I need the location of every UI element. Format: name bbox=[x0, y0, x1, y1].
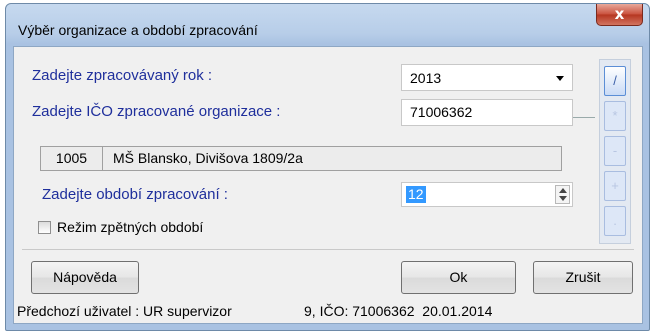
year-value: 2013 bbox=[410, 70, 442, 86]
organization-status: 9, IČO: 71006362 20.01.2014 bbox=[304, 303, 493, 319]
help-button[interactable]: Nápověda bbox=[31, 261, 139, 294]
side-button-dot[interactable]: . bbox=[604, 206, 626, 236]
period-value: 12 bbox=[406, 186, 426, 203]
period-label: Zadejte období zpracování : bbox=[42, 186, 228, 203]
previous-user-status: Předchozí uživatel : UR supervizor bbox=[17, 303, 232, 319]
side-button-divide[interactable]: / bbox=[604, 66, 626, 96]
dialog-body: Zadejte zpracovávaný rok : 2013 Zadejte … bbox=[13, 46, 643, 324]
cancel-button[interactable]: Zrušit bbox=[533, 261, 633, 294]
title-bar[interactable]: Výběr organizace a období zpracování x bbox=[6, 4, 649, 44]
spinner-buttons[interactable] bbox=[555, 185, 570, 204]
separator bbox=[22, 249, 634, 250]
side-button-plus[interactable]: + bbox=[604, 171, 626, 201]
chevron-down-icon[interactable] bbox=[556, 76, 564, 81]
ico-input[interactable]: 71006362 bbox=[401, 99, 573, 126]
ok-button[interactable]: Ok bbox=[401, 261, 516, 294]
arrow-up-icon[interactable] bbox=[559, 188, 567, 193]
year-select[interactable]: 2013 bbox=[401, 64, 573, 91]
ico-value: 71006362 bbox=[410, 104, 473, 120]
arrow-down-icon[interactable] bbox=[559, 196, 567, 201]
side-button-multiply[interactable]: * bbox=[604, 101, 626, 131]
side-button-minus[interactable]: - bbox=[604, 136, 626, 166]
year-label: Zadejte zpracovávaný rok : bbox=[32, 67, 213, 84]
side-button-panel: / * - + . bbox=[599, 59, 631, 244]
retro-periods-checkbox[interactable] bbox=[38, 221, 51, 234]
close-button[interactable]: x bbox=[596, 4, 643, 26]
period-spinner[interactable]: 12 bbox=[401, 182, 573, 207]
organization-name: MŠ Blansko, Divišova 1809/2a bbox=[103, 146, 562, 171]
connector-line bbox=[573, 117, 595, 118]
retro-periods-label[interactable]: Režim zpětných období bbox=[57, 219, 203, 235]
window-title: Výběr organizace a období zpracování bbox=[18, 22, 258, 38]
dialog-window: Výběr organizace a období zpracování x Z… bbox=[5, 3, 650, 331]
close-icon: x bbox=[614, 5, 625, 23]
ico-label: Zadejte IČO zpracované organizace : bbox=[32, 103, 281, 120]
organization-code: 1005 bbox=[40, 146, 103, 171]
